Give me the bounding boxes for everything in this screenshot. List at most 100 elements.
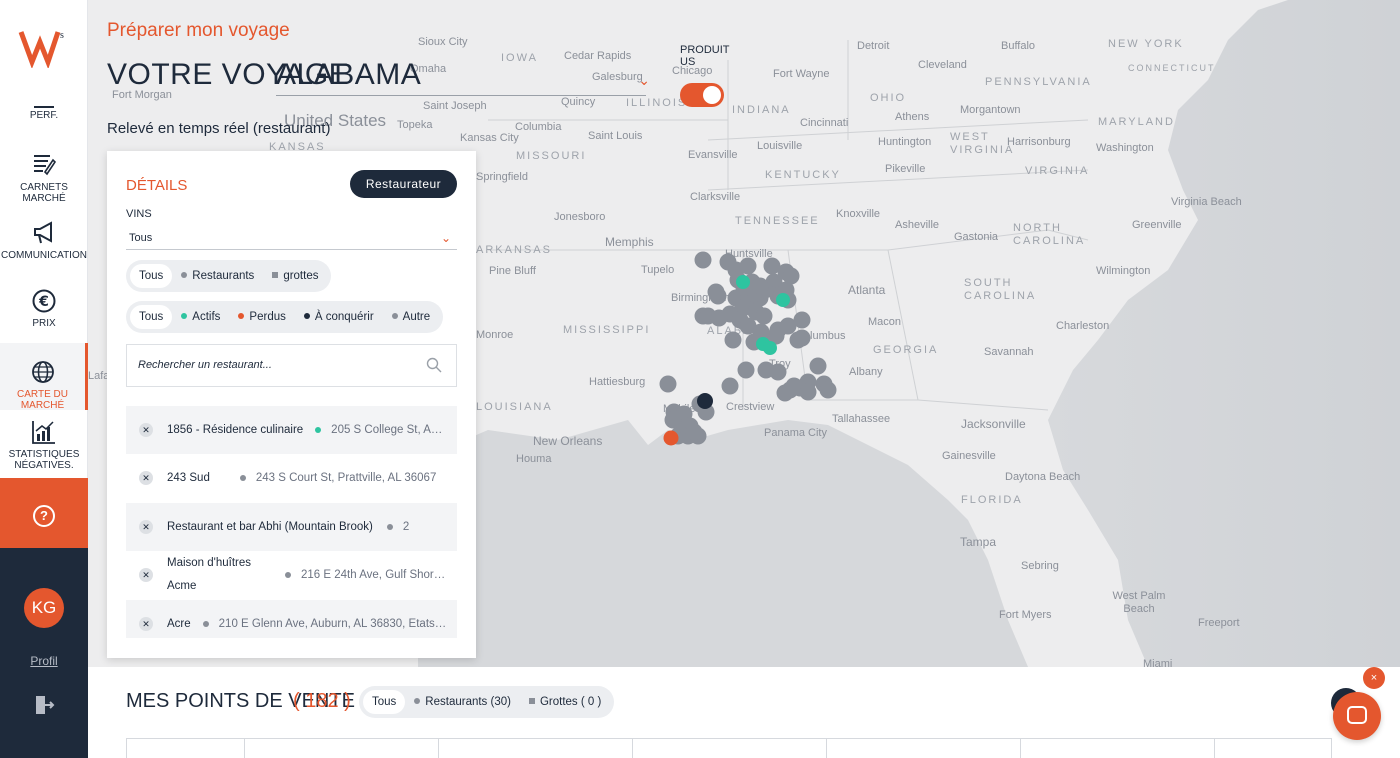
close-icon[interactable]: ✕ xyxy=(139,616,153,631)
close-icon[interactable]: ✕ xyxy=(139,519,153,534)
restaurant-address: 210 E Glenn Ave, Auburn, AL 36830, États… xyxy=(218,617,457,630)
status-filter: Tous Actifs Perdus À conquérir Autre xyxy=(126,301,444,333)
map-marker-conquer[interactable] xyxy=(697,393,713,409)
square-icon xyxy=(528,698,535,704)
list-item[interactable]: ✕ Maison d'huîtres Acme 216 E 24th Ave, … xyxy=(126,552,457,600)
filter-pill-restaurants[interactable]: Restaurants xyxy=(172,264,263,288)
map-marker-other[interactable] xyxy=(707,283,725,301)
svg-text:s: s xyxy=(60,30,64,41)
map-marker-other[interactable] xyxy=(664,411,682,429)
nav-item-perf[interactable]: PERF. xyxy=(0,98,88,121)
map-marker-other[interactable] xyxy=(685,423,703,441)
search-icon[interactable] xyxy=(426,357,442,373)
details-panel: DÉTAILS Restaurateur VINS Tous ⌄ Tous Re… xyxy=(107,151,476,658)
logout-icon[interactable] xyxy=(33,694,55,716)
restaurant-address: 205 S College St, Auburn, AL 36830 xyxy=(331,423,457,436)
state-select-value: ALABAMA xyxy=(276,58,422,91)
restaurant-name: Restaurant et bar Abhi (Mountain Brook) xyxy=(167,520,373,533)
status-dot xyxy=(315,426,322,433)
nav-item-communication[interactable]: COMMUNICATION xyxy=(0,220,88,261)
nav-item-label: COMMUNICATION xyxy=(1,250,87,261)
map-marker-active[interactable] xyxy=(763,341,777,355)
status-pill-tous[interactable]: Tous xyxy=(130,305,173,329)
restaurant-address: 243 S Court St, Prattville, AL 36067 xyxy=(255,472,437,485)
sidebar: s PERF. CARNETS MARCHÉ COMMUNICATION € P… xyxy=(0,0,88,758)
restaurateur-button[interactable]: Restaurateur xyxy=(350,170,457,198)
nav-item-prix[interactable]: € PRIX xyxy=(0,288,88,329)
status-pill-autre[interactable]: Autre xyxy=(383,305,440,329)
map-marker-other[interactable] xyxy=(721,377,739,395)
map-marker-other[interactable] xyxy=(751,277,769,295)
map-marker-other[interactable] xyxy=(710,309,728,327)
perf-icon xyxy=(34,98,54,108)
produit-us-toggle[interactable] xyxy=(680,83,724,107)
restaurant-search-input[interactable]: Rechercher un restaurant... xyxy=(126,344,457,387)
points-count: ( 182 ) xyxy=(293,690,351,712)
map-marker-other[interactable] xyxy=(694,251,712,269)
dot-icon xyxy=(181,313,188,319)
dot-icon xyxy=(181,272,188,278)
map-marker-other[interactable] xyxy=(819,381,837,399)
map-marker-other[interactable] xyxy=(755,307,773,325)
map-marker-other[interactable] xyxy=(659,375,677,393)
map-marker-lost[interactable] xyxy=(663,430,679,446)
nav-item-carnets-marche[interactable]: CARNETS MARCHÉ xyxy=(0,152,88,204)
chat-bubble-icon xyxy=(1347,706,1367,724)
vins-select[interactable]: Tous ⌄ xyxy=(126,229,457,250)
map-marker-other[interactable] xyxy=(737,361,755,379)
table-col xyxy=(127,739,245,758)
status-pill-perdus[interactable]: Perdus xyxy=(229,305,294,329)
table-col xyxy=(439,739,633,758)
map-marker-other[interactable] xyxy=(809,357,827,375)
status-pill-a-conquerir[interactable]: À conquérir xyxy=(295,305,383,329)
map-marker-other[interactable] xyxy=(769,363,787,381)
map-marker-active[interactable] xyxy=(776,293,790,307)
map-marker-other[interactable] xyxy=(724,331,742,349)
map-marker-other[interactable] xyxy=(782,267,800,285)
profil-link[interactable]: Profil xyxy=(0,654,88,668)
nav-item-carte-du-marche[interactable]: CARTE DU MARCHÉ xyxy=(0,343,88,411)
details-title: DÉTAILS xyxy=(126,177,188,194)
chat-button[interactable] xyxy=(1333,692,1381,740)
list-item[interactable]: ✕ Restaurant et bar Abhi (Mountain Brook… xyxy=(126,503,457,552)
map-marker-other[interactable] xyxy=(799,383,817,401)
status-pill-actifs[interactable]: Actifs xyxy=(172,305,229,329)
filter-pill-tous[interactable]: Tous xyxy=(130,264,173,288)
dot-icon xyxy=(414,698,421,704)
vins-label: VINS xyxy=(126,208,152,220)
list-item[interactable]: ✕ 243 Sud 243 S Court St, Prattville, AL… xyxy=(126,455,457,503)
account-area xyxy=(0,548,88,758)
table-col xyxy=(245,739,439,758)
chat-close-button[interactable]: × xyxy=(1363,667,1385,689)
points-filter-label: Grottes ( 0 ) xyxy=(539,696,602,708)
list-item[interactable]: ✕ Acre 210 E Glenn Ave, Auburn, AL 36830… xyxy=(126,600,457,638)
list-item[interactable]: ✕ 1856 - Résidence culinaire 205 S Colle… xyxy=(126,406,457,455)
type-filter: Tous Restaurants grottes xyxy=(126,260,332,292)
map-marker-active[interactable] xyxy=(736,275,750,289)
close-icon[interactable]: ✕ xyxy=(139,471,153,486)
map-marker-other[interactable] xyxy=(789,331,807,349)
nav-item-label: CARNETS MARCHÉ xyxy=(20,182,68,204)
status-dot xyxy=(239,475,246,482)
points-filter-grottes[interactable]: Grottes ( 0 ) xyxy=(520,690,610,714)
points-filter-label: Restaurants (30) xyxy=(425,696,511,708)
filter-pill-grottes[interactable]: grottes xyxy=(263,264,327,288)
map-marker-other[interactable] xyxy=(793,311,811,329)
dot-icon xyxy=(238,313,245,319)
nav-item-statistiques-negatives[interactable]: STATISTIQUES NÉGATIVES. xyxy=(0,419,88,471)
state-select[interactable]: ALABAMA ⌄ xyxy=(276,58,650,96)
close-icon[interactable]: ✕ xyxy=(139,568,153,583)
megaphone-icon xyxy=(34,221,52,244)
table-col xyxy=(1021,739,1215,758)
close-icon[interactable]: ✕ xyxy=(139,422,153,437)
table-col xyxy=(827,739,1021,758)
map-marker-other[interactable] xyxy=(739,257,757,275)
table-col xyxy=(633,739,827,758)
status-pill-label: Autre xyxy=(402,311,431,323)
points-filter-tous[interactable]: Tous xyxy=(363,690,406,714)
restaurant-name: 243 Sud xyxy=(167,472,210,485)
points-filter-restaurants[interactable]: Restaurants (30) xyxy=(405,690,520,714)
status-dot xyxy=(386,523,393,530)
help-icon[interactable]: ? xyxy=(33,505,55,527)
avatar[interactable]: KG xyxy=(24,588,64,628)
